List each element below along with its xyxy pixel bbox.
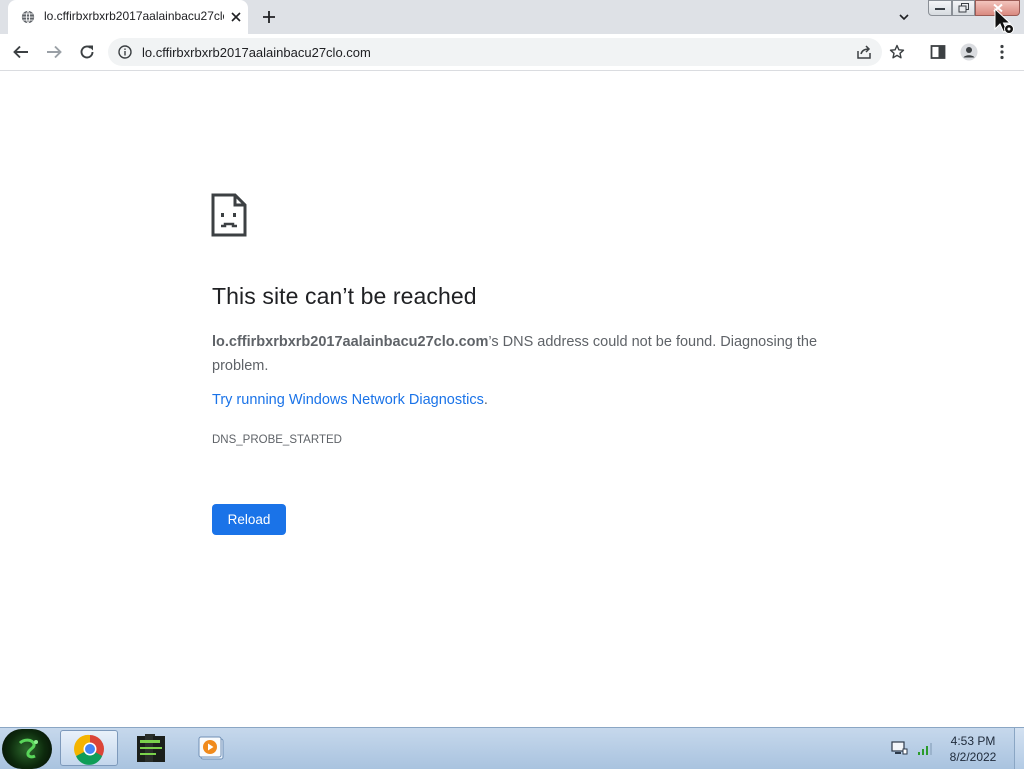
- error-code: DNS_PROBE_STARTED: [212, 434, 342, 446]
- bookmark-star-icon[interactable]: [889, 44, 905, 60]
- link-suffix: .: [483, 392, 488, 408]
- error-heading: This site can’t be reached: [212, 283, 477, 309]
- signal-bars-icon[interactable]: [916, 740, 934, 756]
- more-menu-icon[interactable]: [993, 43, 1011, 61]
- network-diagnostics-link[interactable]: Try running Windows Network Diagnostics: [212, 392, 484, 408]
- show-desktop-button[interactable]: [1014, 728, 1024, 769]
- page-content: This site can’t be reached lo.cffirbxrbx…: [0, 71, 1024, 727]
- browser-tab[interactable]: lo.cffirbxrbxrb2017aalainbacu27clo.com: [8, 0, 248, 34]
- error-host: lo.cffirbxrbxrb2017aalainbacu27clo.com: [212, 334, 489, 350]
- network-monitor-icon[interactable]: [890, 740, 908, 756]
- clock-time: 4:53 PM: [950, 734, 996, 748]
- minimize-button[interactable]: [928, 0, 952, 16]
- terminal-icon: [137, 734, 165, 762]
- share-icon[interactable]: [856, 44, 872, 60]
- system-clock[interactable]: 4:53 PM 8/2/2022: [940, 733, 1006, 765]
- new-tab-icon[interactable]: [262, 10, 276, 24]
- sad-page-icon: [211, 193, 247, 237]
- browser-toolbar: lo.cffirbxrbxrb2017aalainbacu27clo.com: [0, 34, 1024, 71]
- forward-arrow-icon[interactable]: [45, 43, 63, 61]
- error-message: lo.cffirbxrbxrb2017aalainbacu27clo.com’s…: [212, 330, 822, 378]
- media-player-icon: [198, 736, 224, 760]
- start-logo-icon: [18, 738, 38, 759]
- address-bar[interactable]: lo.cffirbxrbxrb2017aalainbacu27clo.com: [108, 38, 905, 66]
- tab-title: lo.cffirbxrbxrb2017aalainbacu27clo.com: [44, 9, 224, 23]
- taskbar-media-player[interactable]: [182, 730, 240, 766]
- back-arrow-icon[interactable]: [12, 43, 30, 61]
- taskbar-terminal[interactable]: [122, 730, 180, 766]
- side-panel-icon[interactable]: [929, 43, 947, 61]
- windows-taskbar: 4:53 PM 8/2/2022: [0, 727, 1024, 769]
- tab-strip: lo.cffirbxrbxrb2017aalainbacu27clo.com: [0, 0, 1024, 34]
- chevron-down-icon[interactable]: [898, 11, 910, 23]
- restore-button[interactable]: [952, 0, 975, 16]
- diagnostics-link-row: Try running Windows Network Diagnostics.: [212, 392, 488, 408]
- minimize-icon: [935, 8, 945, 10]
- reload-button[interactable]: Reload: [212, 504, 286, 535]
- start-button[interactable]: [2, 729, 52, 769]
- taskbar-chrome[interactable]: [60, 730, 118, 766]
- restore-icon: [958, 3, 969, 13]
- clock-date: 8/2/2022: [949, 750, 997, 764]
- url-text: lo.cffirbxrbxrb2017aalainbacu27clo.com: [142, 45, 371, 60]
- mouse-cursor-icon: [994, 8, 1014, 34]
- globe-icon: [21, 10, 35, 24]
- info-icon[interactable]: [118, 45, 132, 59]
- profile-avatar-icon[interactable]: [960, 43, 978, 61]
- chrome-icon: [74, 734, 104, 765]
- close-icon[interactable]: [230, 11, 242, 23]
- reload-icon[interactable]: [78, 43, 96, 61]
